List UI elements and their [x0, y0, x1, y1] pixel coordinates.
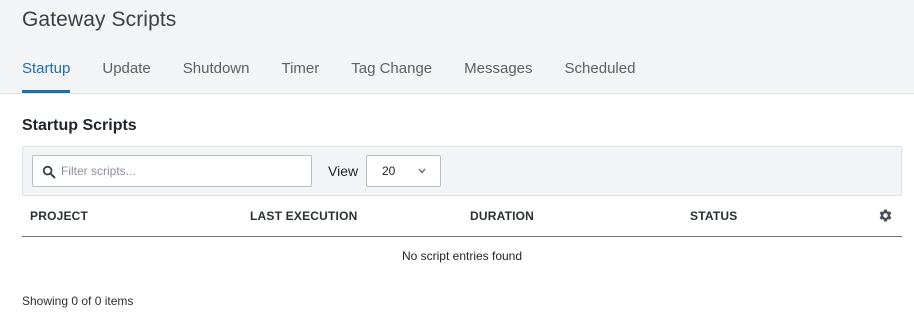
- column-header-last-execution[interactable]: LAST EXECUTION: [250, 209, 357, 223]
- search-icon: [42, 165, 56, 179]
- table-header: PROJECT LAST EXECUTION DURATION STATUS: [22, 200, 902, 237]
- column-header-duration[interactable]: DURATION: [470, 209, 534, 223]
- tab-tag-change[interactable]: Tag Change: [351, 58, 432, 94]
- section-title: Startup Scripts: [22, 117, 137, 134]
- search-box[interactable]: [32, 155, 312, 187]
- tab-startup[interactable]: Startup: [22, 58, 71, 94]
- page-title: Gateway Scripts: [22, 8, 177, 31]
- gear-icon[interactable]: [878, 208, 893, 223]
- tab-shutdown[interactable]: Shutdown: [183, 58, 250, 94]
- filter-bar: View 20: [22, 146, 902, 196]
- view-label: View: [328, 163, 359, 179]
- page-size-select[interactable]: 20: [366, 155, 441, 187]
- chevron-down-icon: [418, 168, 426, 174]
- tab-messages[interactable]: Messages: [464, 58, 532, 94]
- filter-scripts-input[interactable]: [61, 156, 309, 186]
- column-header-project[interactable]: PROJECT: [30, 209, 88, 223]
- page-size-value: 20: [382, 164, 396, 178]
- script-type-tabs: Startup Update Shutdown Timer Tag Change…: [22, 58, 667, 94]
- tab-update[interactable]: Update: [102, 58, 150, 94]
- column-header-status[interactable]: STATUS: [690, 209, 737, 223]
- empty-table-message: No script entries found: [401, 249, 523, 263]
- tab-scheduled[interactable]: Scheduled: [565, 58, 636, 94]
- tab-timer[interactable]: Timer: [281, 58, 319, 94]
- item-count-label: Showing 0 of 0 items: [22, 294, 134, 308]
- page-header: Gateway Scripts Startup Update Shutdown …: [0, 0, 914, 94]
